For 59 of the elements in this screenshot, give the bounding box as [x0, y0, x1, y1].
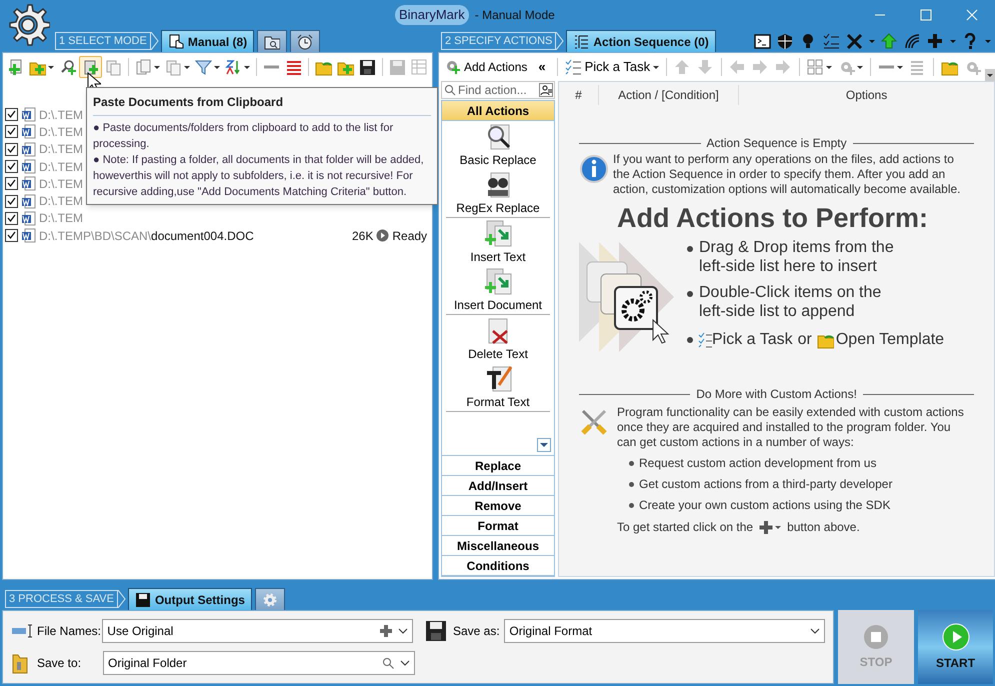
- file-path: D:\.TEM: [39, 193, 83, 210]
- field-label: File Names:: [37, 623, 102, 640]
- start-button[interactable]: START: [918, 610, 993, 684]
- tab[interactable]: Manual (8): [160, 30, 254, 52]
- pick-task-link[interactable]: Pick a Task: [698, 328, 793, 352]
- tab[interactable]: Action Sequence (0): [566, 30, 716, 52]
- search-field[interactable]: Find action...: [458, 81, 538, 99]
- column-header: Options: [846, 87, 888, 104]
- bullet-text: Drag & Drop items from the left-side list here to insert: [699, 238, 895, 276]
- save-to-dropdown[interactable]: Original Folder: [103, 651, 415, 675]
- tooltip-text: ● Paste documents/folders from clipboard to add to the list for processing.: [93, 121, 394, 152]
- step-label: 1 SELECT MODE: [55, 32, 151, 50]
- add-actions-button[interactable]: Add Actions: [441, 56, 530, 78]
- field-label: Save as:: [452, 623, 501, 640]
- open-template-link[interactable]: Open Template: [816, 328, 944, 352]
- collapse-button[interactable]: «: [532, 57, 552, 77]
- tab[interactable]: Output Settings: [128, 588, 252, 610]
- file-path: D:\.TEM: [39, 141, 83, 158]
- file-size: 26K: [352, 228, 374, 245]
- file-path: D:\.TEM: [39, 176, 83, 193]
- bullet-text: Double-Click items on the left-side list to append: [699, 283, 882, 321]
- step-label: 3 PROCESS & SAVE: [5, 590, 118, 608]
- footer-text: button above.: [787, 519, 860, 536]
- big-title: Add Actions to Perform:: [617, 202, 930, 235]
- category-header[interactable]: All Actions: [442, 101, 554, 121]
- pick-task-button[interactable]: Pick a Task: [562, 56, 662, 78]
- column-header: #: [575, 87, 582, 104]
- bullet-text: Get custom actions from a third-party developer: [639, 476, 892, 493]
- connector-text: or: [798, 330, 812, 350]
- field-label: Save to:: [37, 655, 82, 672]
- file-path: D:\.TEM: [39, 210, 83, 228]
- tooltip-title: Paste Documents from Clipboard: [93, 93, 431, 116]
- action-item[interactable]: Basic Replace: [446, 121, 550, 169]
- app-logo: BinaryMark: [395, 5, 469, 24]
- action-item[interactable]: RegEx Replace: [446, 169, 550, 218]
- footer-text: To get started click on the: [617, 519, 754, 536]
- file-name: document004.DOC: [151, 228, 254, 245]
- action-item[interactable]: Format Text: [446, 363, 550, 412]
- status-text: Ready: [392, 228, 428, 245]
- custom-text: Program functionality can be easily extended with custom actions once they are acquired and installed to the program folder. You can get custom actions in a number of ways:: [617, 405, 965, 450]
- file-path: D:\.TEM: [39, 158, 83, 176]
- tooltip-text: ● Note: If pasting a folder, all documents in that folder will be added, howeverthis will not apply to subfolders, i.e. it is not recursive! For recursive adding,use "Add Documents Matching Criteria" button.: [93, 153, 425, 200]
- file-path: D:\.TEM: [39, 124, 83, 141]
- bullet-text: Request custom action development from us: [639, 455, 876, 472]
- save-as-dropdown[interactable]: Original Format: [504, 619, 826, 643]
- action-item[interactable]: Delete Text: [446, 315, 550, 363]
- search-box[interactable]: Find action...: [441, 81, 555, 99]
- info-text: If you want to perform any operations on the files, add actions to the Action Sequence in order to specify them. After you add an action, customization options will automatically become available.: [613, 152, 962, 197]
- file-names-dropdown[interactable]: Use Original: [102, 619, 413, 643]
- file-path: D:\.TEM: [39, 106, 83, 124]
- action-item[interactable]: Insert Document: [446, 266, 550, 315]
- column-header: Action / [Condition]: [618, 87, 719, 104]
- action-item[interactable]: Insert Text: [446, 218, 550, 266]
- section-heading: Do More with Custom Actions!: [696, 386, 857, 403]
- window-title: - Manual Mode: [474, 6, 555, 24]
- step-label: 2 SPECIFY ACTIONS: [441, 32, 556, 50]
- section-heading: Action Sequence is Empty: [706, 135, 847, 152]
- bullet-text: Create your own custom actions using the SDK: [639, 497, 890, 514]
- file-path: D:\.TEMP\BD\SCAN\: [39, 228, 152, 245]
